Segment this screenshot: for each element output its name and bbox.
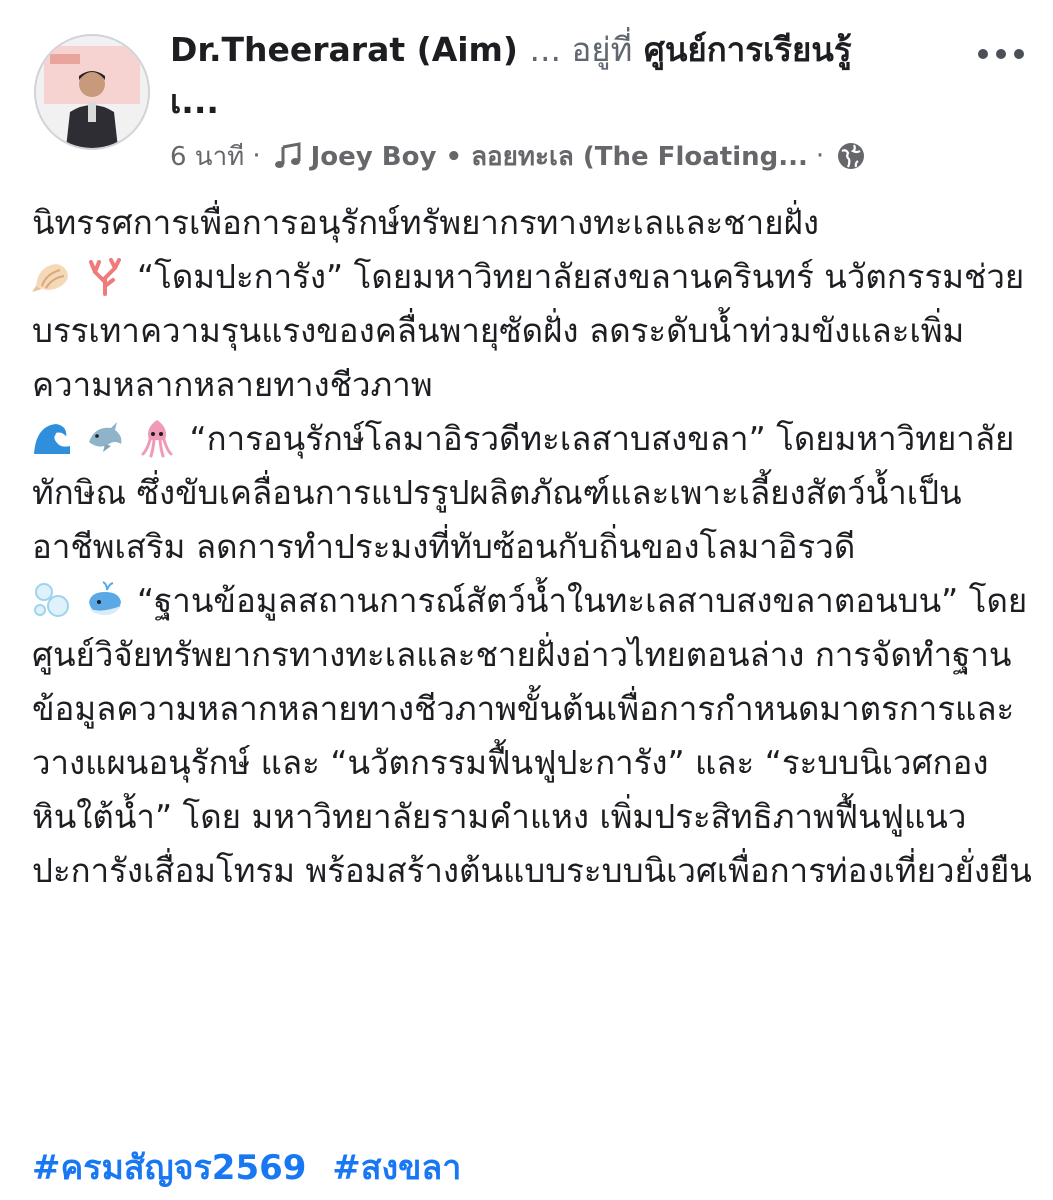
location-continuation[interactable]: เ... — [170, 78, 219, 126]
dot-icon — [1014, 49, 1024, 59]
dolphin-emoji — [85, 418, 125, 458]
profile-photo-icon — [36, 36, 148, 148]
post-paragraph: “การอนุรักษ์โลมาอิรวดีทะเลสาบสงขลา” โดยม… — [32, 412, 1032, 574]
paragraph-text: “ฐานข้อมูลสถานการณ์สัตว์น้ำในทะเลสาบสงขล… — [32, 581, 1032, 890]
author-line: Dr.Theerarat (Aim) ... อยู่ที่ ศูนย์การเ… — [170, 26, 930, 74]
music-title[interactable]: Joey Boy • ลอยทะเล (The Floating... — [311, 136, 808, 177]
hashtag-link[interactable]: #สงขลา — [332, 1148, 461, 1188]
dot-icon — [978, 49, 988, 59]
paragraph-text: “การอนุรักษ์โลมาอิรวดีทะเลสาบสงขลา” โดยม… — [32, 419, 1015, 566]
meta-separator: · — [252, 141, 261, 171]
post-intro-line: นิทรรศการเพื่อการอนุรักษ์ทรัพยากรทางทะเล… — [32, 203, 819, 242]
dot-icon — [996, 49, 1006, 59]
post-timestamp[interactable]: 6 นาที — [170, 136, 244, 177]
music-note-icon — [273, 141, 303, 171]
shell-emoji — [32, 256, 72, 296]
author-avatar[interactable] — [34, 34, 150, 150]
more-options-icon[interactable] — [966, 30, 1036, 78]
post-body: นิทรรศการเพื่อการอนุรักษ์ทรัพยากรทางทะเล… — [32, 196, 1032, 898]
coral-emoji — [85, 256, 125, 296]
hashtag-row: #ครมสัญจร2569 #สงขลา — [32, 1142, 475, 1194]
whale-emoji — [85, 580, 125, 620]
post-meta: 6 นาที · Joey Boy • ลอยทะเล (The Floatin… — [170, 136, 866, 176]
globe-icon[interactable] — [836, 141, 866, 171]
squid-emoji — [137, 418, 177, 458]
location-name[interactable]: ศูนย์การเรียนรู้ — [644, 30, 852, 69]
paragraph-text: “โดมปะการัง” โดยมหาวิทยาลัยสงขลานครินทร์… — [32, 257, 1025, 404]
author-name[interactable]: Dr.Theerarat (Aim) — [170, 30, 518, 69]
wave-emoji — [32, 418, 72, 458]
post-paragraph: “ฐานข้อมูลสถานการณ์สัตว์น้ำในทะเลสาบสงขล… — [32, 574, 1032, 898]
location-prefix: ... อยู่ที่ — [529, 30, 633, 69]
post-header: Dr.Theerarat (Aim) ... อยู่ที่ ศูนย์การเ… — [0, 0, 1053, 180]
meta-separator: · — [815, 141, 825, 171]
hashtag-link[interactable]: #ครมสัญจร2569 — [32, 1148, 306, 1188]
bubbles-emoji — [32, 580, 72, 620]
post-paragraph: “โดมปะการัง” โดยมหาวิทยาลัยสงขลานครินทร์… — [32, 250, 1032, 412]
